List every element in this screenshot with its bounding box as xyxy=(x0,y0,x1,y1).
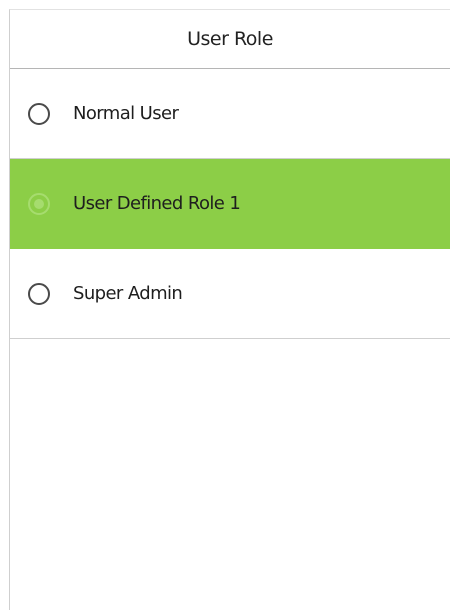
user-role-screen: User Role Normal User User Defined Role … xyxy=(0,0,455,610)
role-option-normal-user[interactable]: Normal User xyxy=(10,69,450,159)
radio-unchecked-icon[interactable] xyxy=(28,102,50,125)
role-option-label: Super Admin xyxy=(73,283,183,304)
role-option-user-defined-role-1[interactable]: User Defined Role 1 xyxy=(10,159,450,249)
role-option-super-admin[interactable]: Super Admin xyxy=(10,249,450,339)
role-option-label: Normal User xyxy=(73,103,179,124)
page-title: User Role xyxy=(10,10,450,69)
role-option-label: User Defined Role 1 xyxy=(73,193,241,214)
role-options-list: Normal User User Defined Role 1 Super Ad… xyxy=(10,69,450,339)
role-panel: User Role Normal User User Defined Role … xyxy=(9,9,450,610)
radio-checked-icon[interactable] xyxy=(28,192,50,215)
radio-unchecked-icon[interactable] xyxy=(28,282,50,305)
